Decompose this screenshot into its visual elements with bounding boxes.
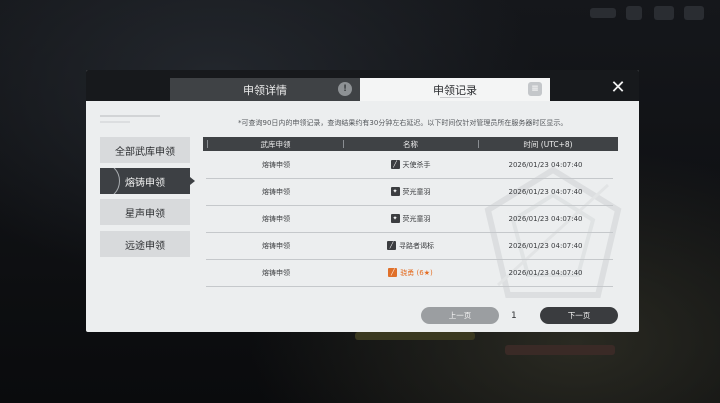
cell-type: 熔铸申领 (262, 160, 290, 169)
column-header-name: 名称 (403, 139, 418, 149)
cell-name: ╱ 天使杀手 (343, 151, 478, 178)
claim-dialog: 申领详情 ! 申领记录 ≡ ✕ *可查询90日内的申领记录，查询结果约有30分钟… (86, 70, 639, 332)
tab-underline (440, 97, 470, 98)
column-divider (207, 140, 208, 148)
gear-icon: ✦ (390, 214, 400, 223)
tab-claim-details-label: 申领详情 (243, 83, 287, 97)
cell-name: ✦ 荧光童羽 (343, 178, 478, 205)
tab-claim-records-label: 申领记录 (433, 83, 477, 97)
item-name: 寻路者谒标 (399, 241, 434, 250)
close-icon: ✕ (610, 76, 626, 98)
cell-time: 2026/01/23 04:07:40 (508, 214, 583, 223)
prev-page-button[interactable]: 上一页 (421, 307, 499, 324)
table-header: 武库申领 名称 时间 (UTC+8) (203, 137, 618, 151)
item-name: 天使杀手 (402, 160, 431, 169)
cell-time: 2026/01/23 04:07:40 (508, 241, 583, 250)
sidebar-item-label: 全部武库申领 (115, 146, 175, 158)
sword-icon: ╱ (387, 241, 396, 250)
sword-icon: ╱ (388, 268, 398, 277)
sidebar-item-label: 远途申领 (125, 240, 165, 252)
table-row: 熔铸申领 ╱ 天使杀手 2026/01/23 04:07:40 (206, 151, 613, 179)
cell-name: ╱ 寻路者谒标 (343, 232, 478, 259)
sidebar-item-starsound[interactable]: 星声申领 (100, 199, 190, 225)
cell-name: ╱ 骁勇 (6★) (343, 259, 478, 286)
background-hud-element (590, 8, 616, 18)
active-pointer-icon (190, 177, 195, 185)
background-hud-element (626, 6, 642, 20)
page-number: 1 (511, 310, 517, 321)
table-row: 熔铸申领 ✦ 荧光童羽 2026/01/23 04:07:40 (206, 205, 613, 233)
column-header-armory: 武库申领 (260, 139, 291, 149)
sidebar-item-distant[interactable]: 远途申领 (100, 231, 190, 257)
close-button[interactable]: ✕ (607, 76, 629, 98)
sidebar-item-label: 星声申领 (125, 208, 165, 220)
header-decoration (100, 121, 130, 123)
records-note: *可查询90日内的申领记录，查询结果约有30分钟左右延迟。以下时间仅针对管理员所… (238, 119, 568, 127)
cell-type: 熔铸申领 (262, 268, 290, 277)
sidebar-item-all-armory[interactable]: 全部武库申领 (100, 137, 190, 163)
background-hud-element (684, 6, 704, 20)
background-hud-element (654, 6, 674, 20)
sidebar-item-label: 熔铸申领 (125, 177, 165, 189)
cell-type: 熔铸申领 (262, 214, 290, 223)
column-divider (343, 140, 344, 148)
table-row: 熔铸申领 ╱ 骁勇 (6★) 2026/01/23 04:07:40 (206, 259, 613, 287)
header-decoration (100, 115, 160, 117)
item-name: 荧光童羽 (402, 187, 431, 196)
next-page-button[interactable]: 下一页 (540, 307, 618, 324)
cell-time: 2026/01/23 04:07:40 (508, 160, 583, 169)
cell-time: 2026/01/23 04:07:40 (508, 268, 583, 277)
records-icon: ≡ (528, 82, 542, 96)
table-row: 熔铸申领 ✦ 荧光童羽 2026/01/23 04:07:40 (206, 178, 613, 206)
background-hud-element (355, 332, 475, 340)
column-divider (478, 140, 479, 148)
info-icon[interactable]: ! (338, 82, 352, 96)
sword-icon: ╱ (390, 160, 400, 169)
tab-claim-details[interactable]: 申领详情 ! (170, 78, 360, 101)
gear-icon: ✦ (390, 187, 400, 196)
decorative-arc (100, 168, 124, 194)
item-name: 骁勇 (6★) (400, 268, 433, 277)
cell-time: 2026/01/23 04:07:40 (508, 187, 583, 196)
background-hud-element (505, 345, 615, 355)
cell-type: 熔铸申领 (262, 187, 290, 196)
tab-claim-records[interactable]: 申领记录 ≡ (360, 78, 550, 101)
tab-bar: 申领详情 ! 申领记录 ≡ ✕ (86, 70, 639, 101)
table-row: 熔铸申领 ╱ 寻路者谒标 2026/01/23 04:07:40 (206, 232, 613, 260)
cell-name: ✦ 荧光童羽 (343, 205, 478, 232)
sidebar-item-forge[interactable]: 熔铸申领 (100, 168, 195, 194)
item-name: 荧光童羽 (402, 214, 431, 223)
column-header-time: 时间 (UTC+8) (523, 139, 573, 149)
cell-type: 熔铸申领 (262, 241, 290, 250)
